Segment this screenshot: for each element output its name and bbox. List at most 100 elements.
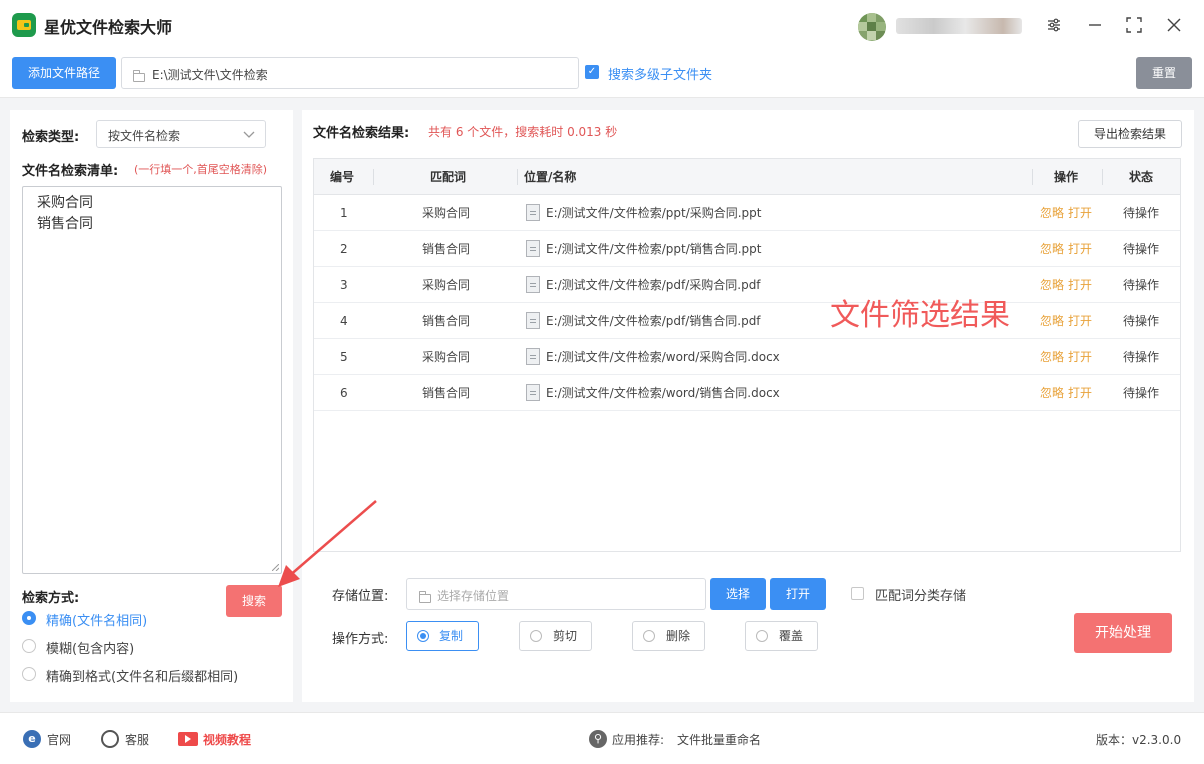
col-keyword: 匹配词 xyxy=(430,170,467,184)
folder-icon xyxy=(133,70,145,82)
file-icon xyxy=(526,348,540,365)
op-cut-label: 剪切 xyxy=(553,629,578,643)
export-results-button[interactable]: 导出检索结果 xyxy=(1078,120,1182,148)
file-icon xyxy=(526,276,540,293)
row-keyword: 采购合同 xyxy=(422,350,471,364)
storage-input[interactable]: 选择存储位置 xyxy=(406,578,706,610)
website-icon[interactable]: e xyxy=(23,730,41,748)
app-logo-icon xyxy=(12,13,36,37)
add-path-button[interactable]: 添加文件路径 xyxy=(12,57,116,89)
row-ignore-link[interactable]: 忽略 xyxy=(1040,267,1064,303)
row-open-link[interactable]: 打开 xyxy=(1068,375,1092,411)
op-copy-option[interactable]: 复制 xyxy=(406,621,479,651)
mode-fuzzy-label[interactable]: 模糊(包含内容) xyxy=(46,638,134,657)
mode-exact-radio[interactable] xyxy=(22,611,36,625)
op-delete-option[interactable]: 删除 xyxy=(632,621,705,651)
annotation-arrow-icon xyxy=(278,500,377,587)
chevron-down-icon xyxy=(243,131,255,138)
row-open-link[interactable]: 打开 xyxy=(1068,267,1092,303)
row-no: 1 xyxy=(340,206,348,220)
file-icon xyxy=(526,204,540,221)
op-delete-label: 删除 xyxy=(666,629,691,643)
row-ignore-link[interactable]: 忽略 xyxy=(1040,339,1064,375)
close-icon[interactable] xyxy=(1161,12,1187,38)
mode-fuzzy-radio[interactable] xyxy=(22,639,36,653)
row-open-link[interactable]: 打开 xyxy=(1068,231,1092,267)
minimize-icon[interactable] xyxy=(1082,12,1108,38)
video-icon[interactable] xyxy=(178,732,198,746)
customer-service-link[interactable]: 客服 xyxy=(125,731,149,748)
overlay-annotation-text: 文件筛选结果 xyxy=(830,298,1010,333)
filename-list-textarea[interactable]: 采购合同 销售合同 xyxy=(22,186,282,574)
customer-service-icon[interactable] xyxy=(101,730,119,748)
row-ignore-link[interactable]: 忽略 xyxy=(1040,231,1064,267)
table-row[interactable]: 6 销售合同 E:/测试文件/文件检索/word/销售合同.docx 忽略 打开… xyxy=(314,375,1180,411)
row-path: E:/测试文件/文件检索/ppt/销售合同.ppt xyxy=(546,242,762,256)
user-avatar[interactable] xyxy=(858,13,886,41)
video-tutorial-link[interactable]: 视频教程 xyxy=(203,731,251,748)
maximize-icon[interactable] xyxy=(1121,12,1147,38)
row-status: 待操作 xyxy=(1123,314,1160,328)
open-storage-button[interactable]: 打开 xyxy=(770,578,826,610)
file-icon xyxy=(526,312,540,329)
version-text: 版本：v2.3.0.0 xyxy=(1096,733,1182,747)
search-type-value: 按文件名检索 xyxy=(108,129,181,143)
row-path: E:/测试文件/文件检索/pdf/销售合同.pdf xyxy=(546,314,761,328)
row-open-link[interactable]: 打开 xyxy=(1068,303,1092,339)
results-title: 文件名检索结果: xyxy=(313,126,410,141)
mode-format-radio[interactable] xyxy=(22,667,36,681)
list-label: 文件名检索清单: xyxy=(22,164,119,179)
app-title: 星优文件检索大师 xyxy=(44,18,173,37)
op-cut-option[interactable]: 剪切 xyxy=(519,621,592,651)
toolbar: 添加文件路径 E:\测试文件\文件检索 ✓ 搜索多级子文件夹 重置 xyxy=(0,50,1204,98)
row-no: 6 xyxy=(340,386,348,400)
row-no: 5 xyxy=(340,350,348,364)
row-keyword: 销售合同 xyxy=(422,242,471,256)
row-no: 4 xyxy=(340,314,348,328)
op-overwrite-option[interactable]: 覆盖 xyxy=(745,621,818,651)
reset-button[interactable]: 重置 xyxy=(1136,57,1192,89)
subfolder-checkbox[interactable]: ✓ xyxy=(585,65,599,79)
settings-icon[interactable] xyxy=(1041,12,1067,38)
website-link[interactable]: 官网 xyxy=(47,731,71,748)
row-status: 待操作 xyxy=(1123,386,1160,400)
results-summary: 共有 6 个文件，搜索耗时 0.013 秒 xyxy=(428,125,618,139)
storage-placeholder: 选择存储位置 xyxy=(437,589,510,603)
row-ignore-link[interactable]: 忽略 xyxy=(1040,303,1064,339)
table-row[interactable]: 1 采购合同 E:/测试文件/文件检索/ppt/采购合同.ppt 忽略 打开 待… xyxy=(314,195,1180,231)
subfolder-label[interactable]: 搜索多级子文件夹 xyxy=(608,64,712,83)
row-keyword: 采购合同 xyxy=(422,206,471,220)
path-value: E:\测试文件\文件检索 xyxy=(152,68,268,82)
user-name-blurred xyxy=(896,18,1022,34)
row-open-link[interactable]: 打开 xyxy=(1068,339,1092,375)
row-ignore-link[interactable]: 忽略 xyxy=(1040,195,1064,231)
op-label: 操作方式: xyxy=(332,632,389,647)
table-row[interactable]: 2 销售合同 E:/测试文件/文件检索/ppt/销售合同.ppt 忽略 打开 待… xyxy=(314,231,1180,267)
choose-storage-button[interactable]: 选择 xyxy=(710,578,766,610)
table-row[interactable]: 4 销售合同 E:/测试文件/文件检索/pdf/销售合同.pdf 忽略 打开 待… xyxy=(314,303,1180,339)
classify-checkbox[interactable] xyxy=(851,587,864,600)
row-open-link[interactable]: 打开 xyxy=(1068,195,1092,231)
mode-exact-label[interactable]: 精确(文件名相同) xyxy=(46,610,147,629)
table-row[interactable]: 5 采购合同 E:/测试文件/文件检索/word/采购合同.docx 忽略 打开… xyxy=(314,339,1180,375)
classify-label[interactable]: 匹配词分类存储 xyxy=(875,585,966,604)
op-copy-label: 复制 xyxy=(439,629,464,643)
start-process-button[interactable]: 开始处理 xyxy=(1074,613,1172,653)
table-row[interactable]: 3 采购合同 E:/测试文件/文件检索/pdf/采购合同.pdf 忽略 打开 待… xyxy=(314,267,1180,303)
search-type-label: 检索类型: xyxy=(22,130,80,145)
list-hint: (一行填一个,首尾空格清除) xyxy=(134,163,268,176)
path-input[interactable]: E:\测试文件\文件检索 xyxy=(121,57,579,89)
col-action: 操作 xyxy=(1054,170,1079,184)
row-ignore-link[interactable]: 忽略 xyxy=(1040,375,1064,411)
search-mode-label: 检索方式: xyxy=(22,591,80,606)
mode-format-label[interactable]: 精确到格式(文件名和后缀都相同) xyxy=(46,666,238,685)
title-bar: 星优文件检索大师 xyxy=(0,0,1204,50)
col-path: 位置/名称 xyxy=(524,170,577,184)
col-no: 编号 xyxy=(330,170,355,184)
file-icon xyxy=(526,384,540,401)
recommend-app-link[interactable]: 文件批量重命名 xyxy=(677,731,761,748)
search-type-select[interactable]: 按文件名检索 xyxy=(96,120,266,148)
list-item: 采购合同 xyxy=(37,195,93,211)
recommend-label: 应用推荐: xyxy=(612,733,665,747)
col-status: 状态 xyxy=(1129,170,1154,184)
